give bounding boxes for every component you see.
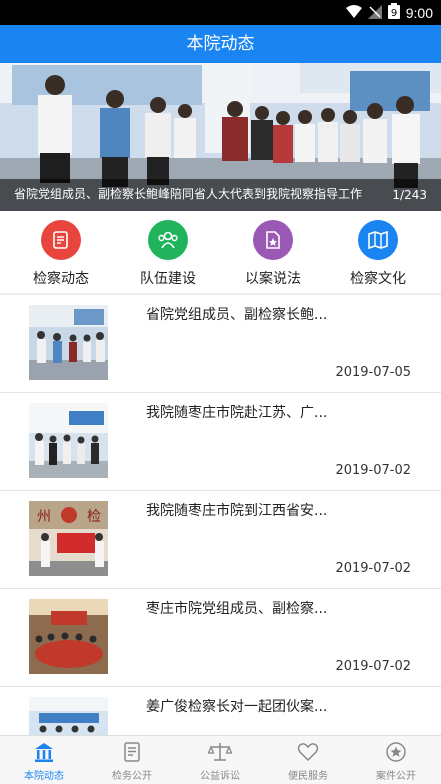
news-item[interactable]: 省院党组成员、副检察长鲍... 2019-07-05 (0, 295, 441, 393)
news-date: 2019-07-02 (335, 561, 411, 576)
news-title: 我院随枣庄市院到江西省安... (146, 503, 326, 519)
svg-text:州: 州 (37, 509, 51, 525)
category-label: 检察动态 (33, 271, 89, 287)
tab-label: 案件公开 (376, 771, 416, 782)
news-item[interactable]: 我院随枣庄市院赴江苏、广... 2019-07-02 (0, 393, 441, 491)
heart-icon (264, 740, 352, 764)
bottom-tab-bar: 本院动态 检务公开 公益诉讼 便民服务 案件公开 (0, 735, 441, 784)
tab-procuratorial-disclosure[interactable]: 检务公开 (88, 740, 176, 782)
star-badge-icon (352, 740, 440, 764)
news-title: 省院党组成员、副检察长鲍... (146, 307, 326, 323)
tab-label: 检务公开 (112, 771, 152, 782)
status-icons: 9 9:00 (345, 3, 433, 23)
category-label: 以案说法 (245, 271, 301, 287)
svg-text:9: 9 (391, 8, 397, 19)
news-date: 2019-07-02 (335, 463, 411, 478)
tab-label: 公益诉讼 (200, 771, 240, 782)
news-thumbnail (29, 403, 108, 478)
page-title: 本院动态 (186, 34, 255, 54)
scales-icon (176, 740, 264, 764)
signal-icon (367, 4, 382, 23)
news-item[interactable]: 州检 我院随枣庄市院到江西省安... 2019-07-02 (0, 491, 441, 589)
news-title: 姜广俊检察长对一起团伙案... (146, 699, 326, 715)
battery-icon: 9 (387, 3, 400, 23)
tab-case-disclosure[interactable]: 案件公开 (352, 740, 440, 782)
category-culture[interactable]: 检察文化 (323, 220, 433, 288)
category-row: 检察动态 队伍建设 以案说法 检察文化 (0, 211, 441, 293)
book-map-icon (358, 220, 398, 260)
news-item[interactable]: 枣庄市院党组成员、副检察... 2019-07-02 (0, 589, 441, 687)
app-bar: 本院动态 (0, 25, 441, 63)
tab-public-interest-litigation[interactable]: 公益诉讼 (176, 740, 264, 782)
category-label: 检察文化 (350, 271, 406, 287)
document-icon (41, 220, 81, 260)
team-icon (148, 220, 188, 260)
category-label: 队伍建设 (140, 271, 196, 287)
news-list: 省院党组成员、副检察长鲍... 2019-07-05 我院随枣庄市院赴江苏、广.… (0, 295, 441, 784)
tab-label: 本院动态 (24, 771, 64, 782)
court-building-icon (0, 740, 88, 764)
news-thumbnail (29, 599, 108, 674)
case-star-icon (253, 220, 293, 260)
banner-carousel[interactable]: 省院党组成员、副检察长鲍峰陪同省人大代表到我院视察指导工作 1/243 (0, 63, 441, 211)
tab-court-news[interactable]: 本院动态 (0, 740, 88, 782)
file-list-icon (88, 740, 176, 764)
news-date: 2019-07-05 (335, 365, 411, 380)
category-case-law[interactable]: 以案说法 (218, 220, 328, 288)
svg-text:检: 检 (87, 509, 101, 525)
news-title: 枣庄市院党组成员、副检察... (146, 601, 326, 617)
category-procuratorate-news[interactable]: 检察动态 (6, 220, 116, 288)
tab-convenience-services[interactable]: 便民服务 (264, 740, 352, 782)
news-thumbnail: 州检 (29, 501, 108, 576)
status-time: 9:00 (405, 4, 433, 21)
tab-label: 便民服务 (288, 771, 328, 782)
category-team-building[interactable]: 队伍建设 (113, 220, 223, 288)
banner-counter: 1/243 (392, 188, 427, 202)
wifi-icon (345, 4, 362, 23)
news-date: 2019-07-02 (335, 659, 411, 674)
news-thumbnail (29, 305, 108, 380)
news-title: 我院随枣庄市院赴江苏、广... (146, 405, 326, 421)
banner-caption: 省院党组成员、副检察长鲍峰陪同省人大代表到我院视察指导工作 (14, 187, 363, 201)
status-bar: 9 9:00 (0, 0, 441, 25)
